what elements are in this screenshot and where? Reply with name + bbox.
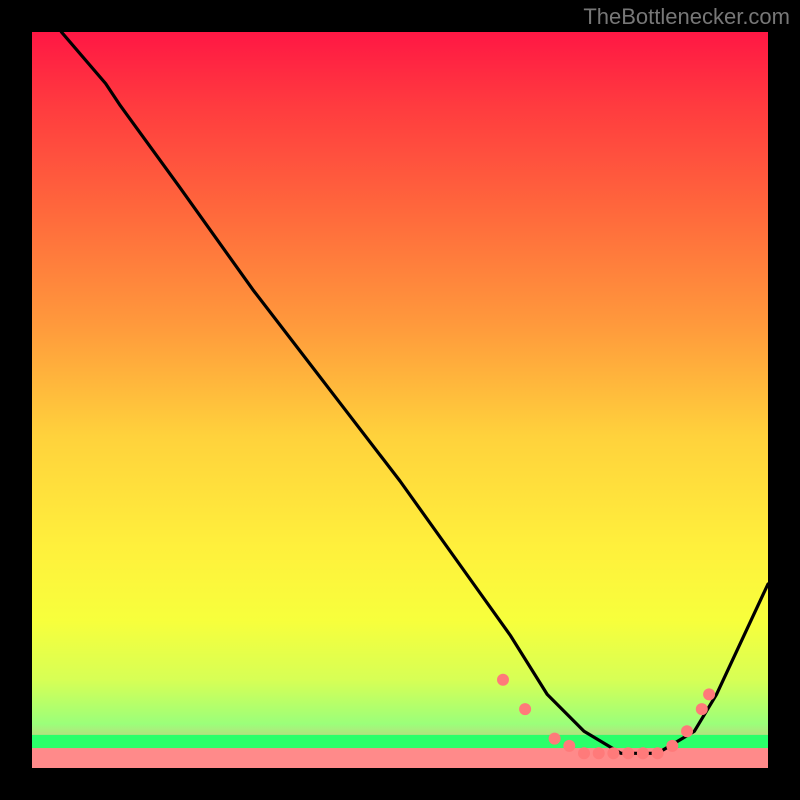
watermark-text: TheBottlenecker.com [583,4,790,30]
marker-dot [563,740,575,752]
plot-area [32,32,768,768]
marker-dot [519,703,531,715]
marker-dot [578,747,590,759]
marker-dot [681,725,693,737]
marker-dot [593,747,605,759]
marker-dot [696,703,708,715]
marker-dot [607,747,619,759]
marker-dot [549,733,561,745]
marker-dot [637,747,649,759]
marker-dot [497,674,509,686]
chart-svg [32,32,768,768]
chart-container: TheBottlenecker.com [0,0,800,800]
marker-dot [703,688,715,700]
marker-dot [622,747,634,759]
marker-dot [666,740,678,752]
marker-dot [652,747,664,759]
